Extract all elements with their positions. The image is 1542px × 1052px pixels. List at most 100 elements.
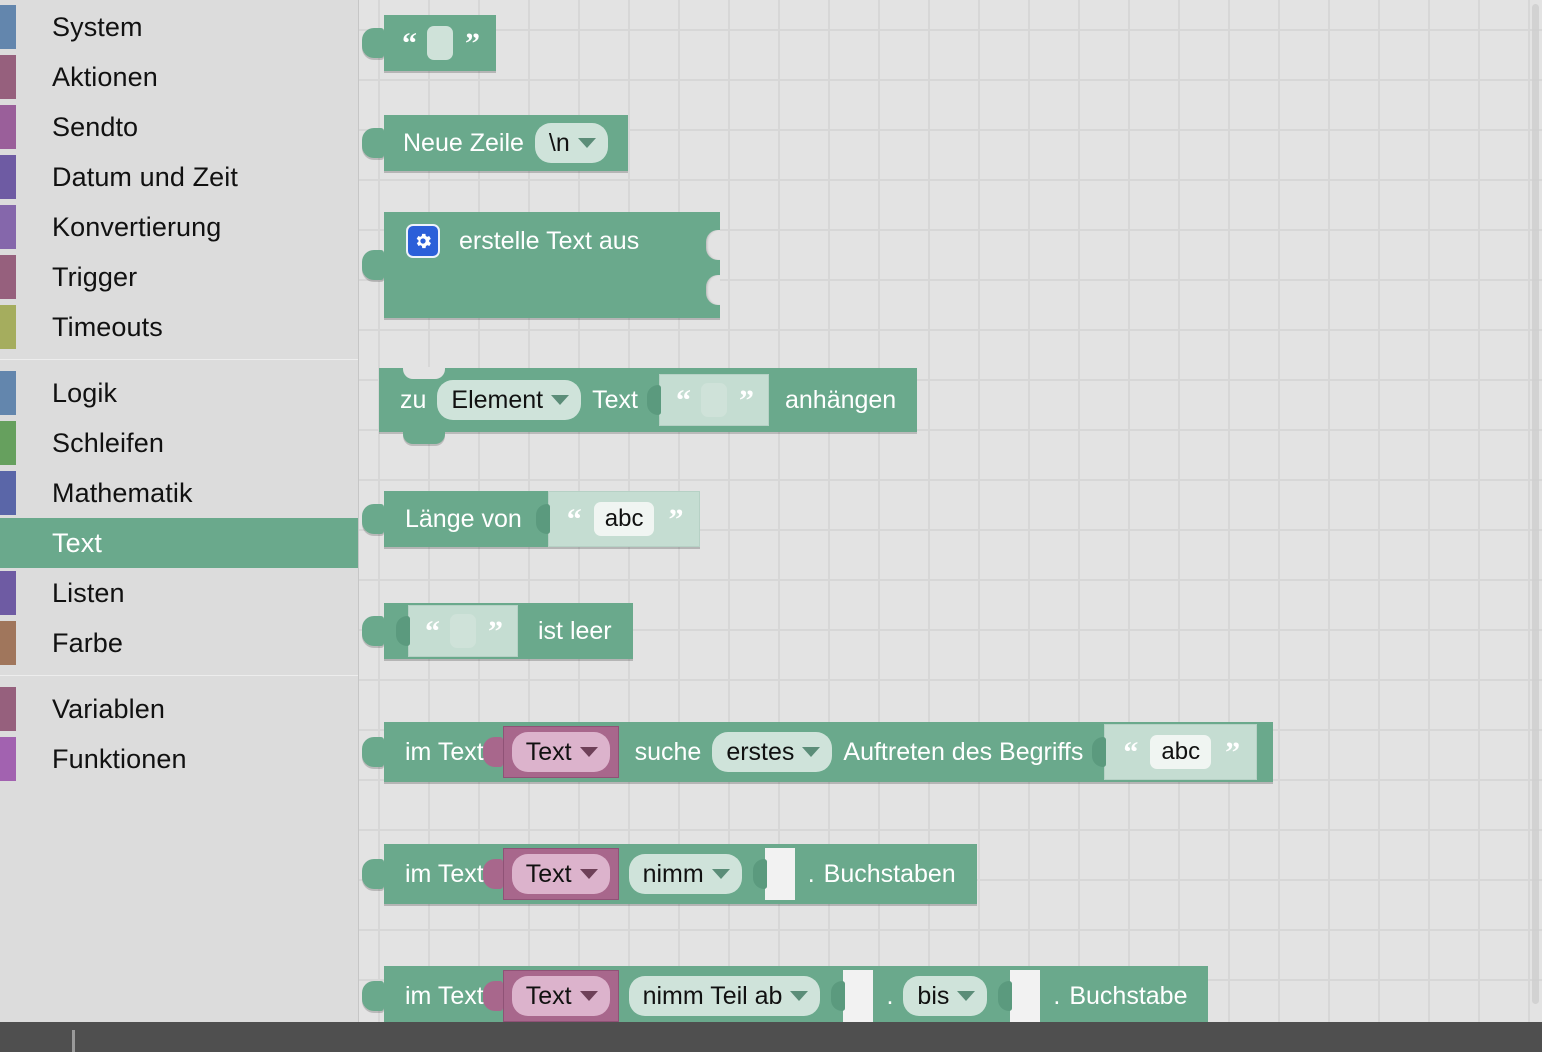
sidebar-item-label: Timeouts: [52, 311, 163, 342]
number-input-socket[interactable]: [752, 848, 795, 900]
newline-dropdown[interactable]: \n: [534, 123, 608, 163]
empty-input-hole[interactable]: [1010, 970, 1041, 1022]
nested-text-string-block[interactable]: “ ”: [658, 374, 769, 426]
end-index-socket[interactable]: [998, 970, 1041, 1022]
variable-dropdown[interactable]: Text: [511, 976, 610, 1016]
output-connector: [362, 237, 384, 293]
blockly-editor: System Aktionen Sendto Datum und Zeit Ko…: [0, 0, 1542, 1052]
sidebar-item-system[interactable]: System: [0, 2, 358, 52]
block-body[interactable]: Länge von “ abc ”: [384, 491, 701, 547]
variable-input-socket[interactable]: Text: [482, 848, 619, 900]
block-label-suffix: Buchstaben: [823, 859, 956, 888]
sidebar-item-farbe[interactable]: Farbe: [0, 618, 358, 668]
text-newline-block[interactable]: Neue Zeile \n: [362, 115, 628, 171]
value-input-socket[interactable]: “ abc ”: [1092, 724, 1258, 780]
text-char-at-block[interactable]: im Text Text nimm . Buchstaben: [362, 844, 977, 904]
variable-input-socket[interactable]: Text: [482, 970, 619, 1022]
value-input-notch-1[interactable]: [706, 230, 720, 260]
text-append-block[interactable]: zu Element Text “ ” anhängen: [379, 367, 918, 444]
sidebar-item-logik[interactable]: Logik: [0, 368, 358, 418]
toolbox-group-user: Variablen Funktionen: [0, 684, 358, 784]
empty-input-hole[interactable]: [764, 848, 795, 900]
variable-dropdown[interactable]: Element: [437, 380, 582, 420]
block-body[interactable]: im Text Text nimm Teil ab . bis . Buchst…: [384, 966, 1209, 1026]
value-input-socket[interactable]: “ abc ”: [535, 491, 701, 547]
category-color-swatch: [0, 255, 16, 299]
sidebar-item-label: Variablen: [52, 693, 165, 724]
category-color-swatch: [0, 305, 16, 349]
block-label-mid2: Auftreten des Begriffs: [843, 737, 1084, 766]
quote-close-icon: ”: [738, 383, 754, 417]
block-body[interactable]: im Text Text suche erstes Auftreten des …: [384, 722, 1274, 782]
text-value-field[interactable]: abc: [593, 502, 655, 536]
text-index-of-block[interactable]: im Text Text suche erstes Auftreten des …: [362, 722, 1274, 782]
nested-text-string-block[interactable]: “ ”: [408, 605, 518, 657]
output-connector: [362, 968, 384, 1024]
text-value-field[interactable]: [450, 614, 476, 648]
block-label-dot-1: .: [886, 981, 894, 1010]
text-get-substring-block[interactable]: im Text Text nimm Teil ab . bis . Buchst…: [362, 966, 1209, 1026]
sidebar-item-text[interactable]: Text: [0, 518, 358, 568]
variable-block[interactable]: Text: [502, 970, 619, 1022]
start-index-socket[interactable]: [831, 970, 874, 1022]
value-input-socket[interactable]: “ ”: [396, 605, 518, 657]
search-mode-dropdown[interactable]: erstes: [712, 732, 833, 772]
sidebar-item-trigger[interactable]: Trigger: [0, 252, 358, 302]
substring-mode-dropdown[interactable]: nimm Teil ab: [628, 976, 821, 1016]
sidebar-item-listen[interactable]: Listen: [0, 568, 358, 618]
nested-text-string-block[interactable]: “ abc ”: [547, 491, 701, 547]
text-string-block[interactable]: “ ”: [362, 15, 496, 71]
empty-input-hole[interactable]: [843, 970, 874, 1022]
text-length-block[interactable]: Länge von “ abc ”: [362, 491, 701, 547]
sidebar-item-konvertierung[interactable]: Konvertierung: [0, 202, 358, 252]
sidebar-item-variablen[interactable]: Variablen: [0, 684, 358, 734]
text-value-field[interactable]: [700, 383, 727, 417]
mode-dropdown[interactable]: nimm: [628, 854, 742, 894]
sidebar-item-funktionen[interactable]: Funktionen: [0, 734, 358, 784]
block-body[interactable]: erstelle Text aus: [384, 212, 720, 318]
block-body[interactable]: zu Element Text “ ” anhängen: [379, 367, 918, 444]
dropdown-value: Element: [451, 385, 544, 414]
variable-dropdown[interactable]: Text: [511, 854, 610, 894]
sidebar-item-aktionen[interactable]: Aktionen: [0, 52, 358, 102]
variable-block[interactable]: Text: [502, 848, 619, 900]
block-body[interactable]: “ ” ist leer: [384, 603, 633, 659]
text-is-empty-block[interactable]: “ ” ist leer: [362, 603, 633, 659]
sidebar-item-sendto[interactable]: Sendto: [0, 102, 358, 152]
block-label-prefix: im Text: [405, 981, 484, 1010]
category-color-swatch: [0, 471, 16, 515]
dropdown-value: Text: [525, 737, 572, 766]
sidebar-item-mathematik[interactable]: Mathematik: [0, 468, 358, 518]
variable-input-socket[interactable]: Text: [482, 726, 619, 778]
category-color-swatch: [0, 621, 16, 665]
block-label-prefix: zu: [400, 385, 427, 414]
blockly-workspace[interactable]: “ ” Neue Zeile \n erstelle Text aus zu E…: [359, 0, 1542, 1052]
toolbox-separator: [0, 352, 358, 368]
chevron-down-icon: [711, 869, 730, 879]
text-value-field[interactable]: abc: [1150, 735, 1212, 769]
input-notch-icon: [831, 970, 846, 1022]
bottom-bar-handle[interactable]: [72, 1030, 75, 1052]
sidebar-item-timeouts[interactable]: Timeouts: [0, 302, 358, 352]
sidebar-item-schleifen[interactable]: Schleifen: [0, 418, 358, 468]
text-value-field[interactable]: [427, 26, 453, 60]
block-body[interactable]: im Text Text nimm . Buchstaben: [384, 844, 977, 904]
variable-dropdown[interactable]: Text: [511, 732, 610, 772]
category-color-swatch: [0, 687, 16, 731]
value-input-notch-2[interactable]: [706, 275, 720, 305]
to-dropdown[interactable]: bis: [903, 976, 988, 1016]
text-join-block[interactable]: erstelle Text aus: [362, 212, 720, 318]
sidebar-item-datum-und-zeit[interactable]: Datum und Zeit: [0, 152, 358, 202]
sidebar-item-label: Sendto: [52, 111, 139, 142]
toolbox-sidebar[interactable]: System Aktionen Sendto Datum und Zeit Ko…: [0, 0, 359, 1052]
block-body[interactable]: Neue Zeile \n: [384, 115, 628, 171]
block-body[interactable]: “ ”: [384, 15, 496, 71]
category-color-swatch: [0, 571, 16, 615]
nested-text-string-block[interactable]: “ abc ”: [1104, 724, 1258, 780]
variable-block[interactable]: Text: [502, 726, 619, 778]
workspace-vertical-scrollbar[interactable]: [1532, 4, 1539, 1004]
value-input-socket[interactable]: “ ”: [646, 374, 769, 426]
input-notch-icon: [482, 970, 503, 1022]
sidebar-item-label: System: [52, 11, 143, 42]
gear-icon[interactable]: [406, 224, 440, 258]
